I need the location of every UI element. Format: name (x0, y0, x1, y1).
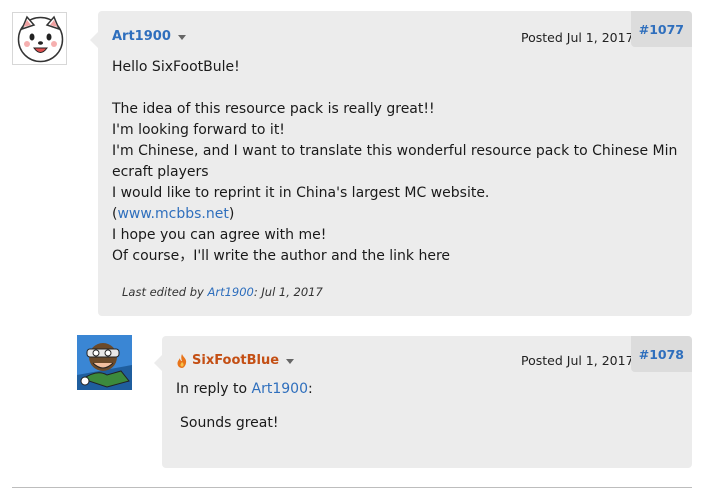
divider (12, 487, 692, 488)
body-line: I'm Chinese, and I want to translate thi… (112, 143, 678, 180)
post-body: Hello SixFootBule! The idea of this reso… (112, 57, 682, 267)
character-avatar-icon (77, 335, 132, 390)
edited-by-user-link[interactable]: Art1900 (207, 285, 253, 299)
reply-user-link[interactable]: Art1900 (252, 381, 308, 397)
body-line: Hello SixFootBule! (112, 59, 240, 75)
author-art1900[interactable]: Art1900 (112, 29, 186, 44)
author-name[interactable]: SixFootBlue (192, 353, 279, 368)
chevron-down-icon[interactable] (177, 35, 186, 40)
body-line (112, 78, 682, 99)
post-number-link[interactable]: #1078 (630, 336, 692, 372)
flame-icon (177, 353, 187, 368)
body-line-link: (www.mcbbs.net) (112, 206, 235, 222)
in-reply-to: In reply to Art1900: (176, 381, 313, 397)
post-1077: Art1900 Posted Jul 1, 2017 #1077 Hello S… (98, 11, 692, 316)
author-name[interactable]: Art1900 (112, 29, 171, 44)
chevron-down-icon[interactable] (286, 359, 295, 364)
mcbbs-link[interactable]: www.mcbbs.net (117, 206, 228, 222)
post-date: Posted Jul 1, 2017 (521, 353, 634, 368)
post-body: Sounds great! (180, 415, 279, 431)
avatar-art1900[interactable] (12, 12, 67, 65)
body-line: I would like to reprint it in China's la… (112, 185, 490, 201)
body-line: The idea of this resource pack is really… (112, 101, 435, 117)
post-1078: SixFootBlue Posted Jul 1, 2017 #1078 In … (162, 336, 692, 468)
bubble-pointer (154, 355, 162, 371)
bubble-pointer (90, 32, 98, 48)
last-edited-note: Last edited by Art1900: Jul 1, 2017 (122, 285, 323, 299)
body-line: I hope you can agree with me! (112, 227, 327, 243)
dog-avatar-icon (17, 15, 64, 63)
body-line: Of course，I'll write the author and the … (112, 248, 451, 264)
post-number-link[interactable]: #1077 (630, 11, 692, 47)
author-sixfootblue[interactable]: SixFootBlue (176, 353, 295, 368)
post-date: Posted Jul 1, 2017 (521, 30, 634, 45)
avatar-sixfootblue[interactable] (77, 335, 132, 390)
body-line: I'm looking forward to it! (112, 122, 285, 138)
